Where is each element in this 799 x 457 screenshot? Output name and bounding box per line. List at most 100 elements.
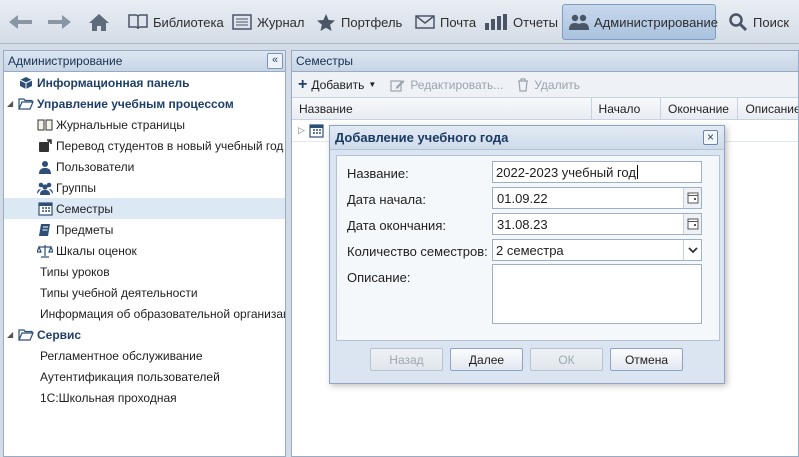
nav-item-label: 1С:Школьная проходная xyxy=(40,390,177,405)
journal-icon xyxy=(232,14,252,30)
semesters-grid-header: Название Начало Окончание Описание xyxy=(292,98,798,120)
back-button[interactable]: Назад xyxy=(370,348,443,371)
end-date-value: 31.08.23 xyxy=(497,216,548,232)
end-date-label: Дата окончания: xyxy=(347,218,446,233)
nav-item-label: Типы уроков xyxy=(40,264,110,279)
edit-label: Редактировать... xyxy=(410,77,504,92)
nav-item-activity-types[interactable]: Типы учебной деятельности xyxy=(4,282,285,303)
name-value: 2022-2023 учебный год xyxy=(496,164,636,180)
calendar-icon xyxy=(37,201,53,217)
plus-icon: + xyxy=(298,75,308,93)
search-button[interactable]: Поиск xyxy=(722,4,795,40)
user-icon xyxy=(37,159,53,175)
delete-label: Удалить xyxy=(534,77,581,92)
nav-item-subjects[interactable]: Предметы xyxy=(4,219,285,240)
delete-button[interactable]: Удалить xyxy=(517,78,580,92)
nav-item-authentication[interactable]: Аутентификация пользователей xyxy=(4,366,285,387)
nav-item-transfer-students[interactable]: Перевод студентов в новый учебный год xyxy=(4,135,285,156)
nav-item-label: Пользователи xyxy=(56,159,135,174)
calendar-picker-button[interactable] xyxy=(683,188,701,208)
nav-group-learning[interactable]: ◢ Управление учебным процессом xyxy=(4,93,285,114)
nav-item-grade-scales[interactable]: Шкалы оценок xyxy=(4,240,285,261)
nav-item-label: Шкалы оценок xyxy=(56,243,137,258)
top-toolbar: Библиотека Журнал Портфель Почта Отчеты … xyxy=(0,0,799,44)
calendar-picker-button[interactable] xyxy=(683,214,701,234)
admin-panel-header: Администрирование « xyxy=(4,51,285,72)
description-label: Описание: xyxy=(347,270,411,285)
scales-icon xyxy=(37,243,53,259)
home-button[interactable] xyxy=(82,4,116,40)
close-icon[interactable]: × xyxy=(703,130,718,145)
description-field[interactable] xyxy=(492,264,702,324)
nav-item-dashboard[interactable]: Информационная панель xyxy=(4,72,285,93)
semester-count-value: 2 семестра xyxy=(496,242,564,258)
folder-open-icon xyxy=(18,96,34,112)
semesters-panel-header: Семестры xyxy=(292,51,798,72)
cancel-button[interactable]: Отмена xyxy=(610,348,683,371)
collapse-panel-button[interactable]: « xyxy=(267,53,283,69)
portfolio-button[interactable]: Портфель xyxy=(310,4,408,40)
nav-item-journal-pages[interactable]: Журнальные страницы xyxy=(4,114,285,135)
journal-button[interactable]: Журнал xyxy=(226,4,310,40)
admin-nav-panel: Администрирование « Информационная панел… xyxy=(3,50,286,457)
mail-label: Почта xyxy=(440,14,477,30)
reports-button[interactable]: Отчеты xyxy=(478,4,564,40)
dropdown-button[interactable] xyxy=(683,240,701,260)
nav-item-maintenance[interactable]: Регламентное обслуживание xyxy=(4,345,285,366)
dialog-title-bar: Добавление учебного года xyxy=(330,126,724,150)
ok-button[interactable]: ОК xyxy=(530,348,603,371)
start-date-label: Дата начала: xyxy=(347,192,426,207)
envelope-icon xyxy=(415,15,435,29)
trash-icon xyxy=(518,77,529,92)
notebook-icon xyxy=(37,222,53,238)
dialog-form: Название: 2022-2023 учебный год Дата нач… xyxy=(336,155,720,341)
start-date-field[interactable]: 01.09.22 xyxy=(492,187,702,209)
mail-button[interactable]: Почта xyxy=(409,4,482,40)
nav-item-label: Информация об образовательной организаци… xyxy=(40,306,286,321)
nav-item-groups[interactable]: Группы xyxy=(4,177,285,198)
column-header-start[interactable]: Начало xyxy=(592,98,662,119)
next-button[interactable]: Далее xyxy=(450,348,523,371)
column-header-description[interactable]: Описание xyxy=(738,98,798,119)
admin-button[interactable]: Администрирование xyxy=(562,4,718,40)
admin-panel-title: Администрирование xyxy=(8,54,123,68)
reports-label: Отчеты xyxy=(513,14,558,30)
book-icon xyxy=(128,14,148,30)
cube-icon xyxy=(18,75,34,91)
dropdown-arrow-icon: ▼ xyxy=(368,80,377,89)
library-button[interactable]: Библиотека xyxy=(122,4,230,40)
group-icon xyxy=(37,180,53,196)
forward-button[interactable] xyxy=(40,4,78,40)
search-label: Поиск xyxy=(753,14,790,30)
open-book-icon xyxy=(37,117,53,133)
library-label: Библиотека xyxy=(153,14,224,30)
nav-item-lesson-types[interactable]: Типы уроков xyxy=(4,261,285,282)
nav-item-label: Типы учебной деятельности xyxy=(40,285,198,300)
nav-item-school-pass[interactable]: 1С:Школьная проходная xyxy=(4,387,285,408)
name-field[interactable]: 2022-2023 учебный год xyxy=(492,161,702,183)
folder-open-icon xyxy=(18,327,34,343)
back-button[interactable] xyxy=(2,4,40,40)
nav-group-service[interactable]: ◢ Сервис xyxy=(4,324,285,345)
admin-label: Администрирование xyxy=(594,14,718,30)
semester-count-select[interactable]: 2 семестра xyxy=(492,239,702,261)
calendar-icon xyxy=(687,218,698,230)
nav-item-label: Семестры xyxy=(56,201,114,216)
edit-button[interactable]: Редактировать... xyxy=(390,78,503,92)
nav-item-label: Информационная панель xyxy=(37,75,190,90)
text-cursor xyxy=(636,165,638,179)
nav-item-label: Предметы xyxy=(56,222,114,237)
expand-row-icon[interactable]: ▷ xyxy=(298,125,305,136)
semester-count-label: Количество семестров: xyxy=(347,244,488,259)
end-date-field[interactable]: 31.08.23 xyxy=(492,213,702,235)
expand-triangle-icon: ◢ xyxy=(7,330,14,339)
column-header-name[interactable]: Название xyxy=(292,98,592,119)
nav-item-label: Перевод студентов в новый учебный год xyxy=(56,138,284,153)
nav-item-users[interactable]: Пользователи xyxy=(4,156,285,177)
column-header-end[interactable]: Окончание xyxy=(661,98,739,119)
expand-triangle-icon: ◢ xyxy=(7,99,14,108)
add-button[interactable]: + Добавить ▼ xyxy=(298,76,376,94)
nav-item-semesters[interactable]: Семестры xyxy=(4,198,285,219)
start-date-value: 01.09.22 xyxy=(497,190,548,206)
nav-item-org-info[interactable]: Информация об образовательной организаци… xyxy=(4,303,285,324)
